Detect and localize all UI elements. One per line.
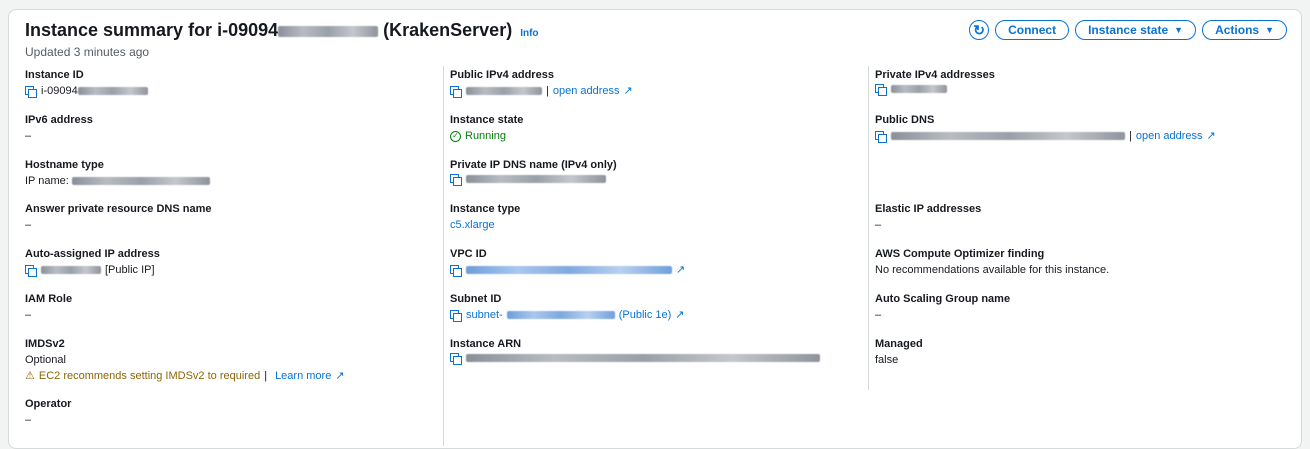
copy-icon[interactable] (450, 310, 462, 322)
field-hostname-type: Hostname type IP name: (25, 158, 210, 188)
open-address-link[interactable]: open address (1136, 129, 1203, 143)
redacted-value (41, 266, 101, 274)
field-private-ipv4: Private IPv4 addresses (875, 68, 995, 96)
learn-more-link[interactable]: Learn more (275, 369, 331, 383)
refresh-button[interactable]: ↻ (969, 20, 990, 40)
instance-summary-panel: Instance summary for i-09094 (KrakenServ… (8, 9, 1302, 449)
header-actions: ↻ Connect Instance state ▼ Actions ▼ (969, 20, 1287, 40)
check-circle-icon: ✓ (450, 130, 461, 142)
external-link-icon: ↗ (623, 85, 633, 97)
field-vpc-id: VPC ID ↗ (450, 248, 686, 277)
external-link-icon: ↗ (335, 370, 345, 382)
copy-icon[interactable] (450, 174, 462, 186)
field-public-ipv4: Public IPv4 address | open address ↗ (450, 69, 633, 98)
instance-state-button[interactable]: Instance state ▼ (1075, 20, 1197, 40)
field-public-dns: Public DNS | open address ↗ (875, 114, 1216, 143)
field-managed: Managed false (875, 338, 923, 366)
updated-text: Updated 3 minutes ago (25, 45, 150, 59)
redacted-value (891, 132, 1125, 140)
redacted-value (466, 87, 542, 95)
title-row: Instance summary for i-09094 (KrakenServ… (25, 20, 539, 41)
field-subnet-id: Subnet ID subnet- (Public 1e) ↗ (450, 293, 685, 322)
copy-icon[interactable] (25, 86, 37, 98)
info-link[interactable]: Info (520, 28, 538, 39)
field-instance-type: Instance type c5.xlarge (450, 203, 521, 232)
field-answer-dns: Answer private resource DNS name – (25, 203, 212, 231)
external-link-icon: ↗ (676, 264, 686, 276)
copy-icon[interactable] (450, 86, 462, 98)
column-divider (443, 66, 444, 446)
redacted-value (466, 354, 820, 362)
actions-button[interactable]: Actions ▼ (1202, 20, 1287, 40)
field-compute-optimizer: AWS Compute Optimizer finding No recomme… (875, 248, 1110, 276)
field-operator: Operator – (25, 398, 72, 426)
copy-icon[interactable] (450, 265, 462, 277)
subnet-id-link[interactable]: subnet- (Public 1e) ↗ (450, 308, 685, 322)
copy-icon[interactable] (875, 131, 887, 143)
field-imdsv2: IMDSv2 Optional ⚠ EC2 recommends setting… (25, 338, 345, 383)
field-instance-id: Instance ID i-09094 (25, 68, 148, 98)
field-ipv6: IPv6 address – (25, 114, 93, 142)
field-instance-state: Instance state ✓ Running (450, 114, 524, 142)
connect-button[interactable]: Connect (995, 20, 1070, 40)
vpc-id-link[interactable] (466, 266, 672, 274)
column-divider (868, 66, 869, 390)
refresh-icon: ↻ (973, 21, 985, 38)
caret-down-icon: ▼ (1174, 25, 1184, 35)
caret-down-icon: ▼ (1265, 25, 1274, 35)
copy-icon[interactable] (875, 84, 887, 96)
copy-icon[interactable] (450, 353, 462, 365)
copy-icon[interactable] (25, 265, 37, 277)
redacted-value (506, 311, 615, 319)
instance-type-link[interactable]: c5.xlarge (450, 218, 520, 232)
redacted-instance-id (278, 25, 379, 37)
field-asg-name: Auto Scaling Group name – (875, 293, 1011, 321)
redacted-value (891, 85, 947, 93)
field-auto-ip: Auto-assigned IP address [Public IP] (25, 248, 160, 277)
page-title: Instance summary for i-09094 (KrakenServ… (25, 20, 513, 40)
field-instance-arn: Instance ARN (450, 337, 820, 365)
warning-icon: ⚠ (25, 370, 35, 382)
redacted-value (71, 177, 210, 185)
field-iam-role: IAM Role – (25, 293, 73, 321)
field-elastic-ip: Elastic IP addresses – (875, 203, 982, 231)
redacted-value (77, 87, 148, 95)
external-link-icon: ↗ (675, 309, 685, 321)
open-address-link[interactable]: open address (553, 84, 620, 98)
redacted-value (466, 175, 606, 183)
field-private-dns: Private IP DNS name (IPv4 only) (450, 158, 617, 186)
external-link-icon: ↗ (1206, 130, 1216, 142)
